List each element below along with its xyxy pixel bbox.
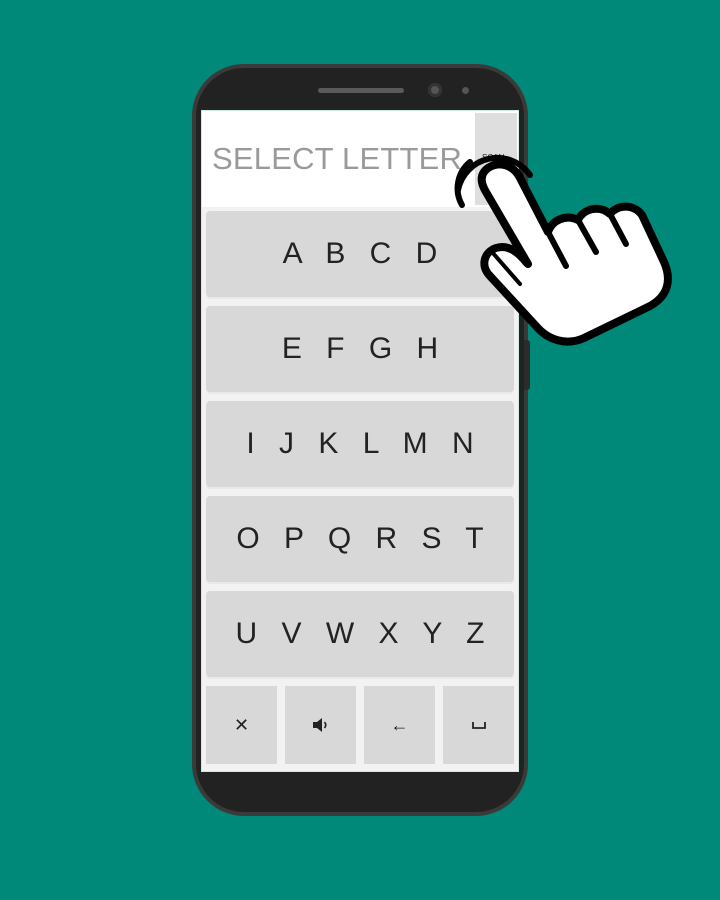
space-bar-icon xyxy=(471,722,486,729)
earpiece-speaker xyxy=(318,88,404,93)
phone-screen: SELECT LETTER SCAN A B C D E F G H I J K… xyxy=(201,110,519,772)
backspace-button[interactable]: ← xyxy=(364,686,435,764)
clear-button[interactable]: ✕ xyxy=(206,686,277,764)
letter-row-abcd[interactable]: A B C D xyxy=(206,211,514,297)
letter-row-uvwxyz[interactable]: U V W X Y Z xyxy=(206,591,514,677)
letter-row-label: E F G H xyxy=(281,332,447,365)
scan-button-label: SCAN xyxy=(482,153,505,162)
title-bar: SELECT LETTER SCAN xyxy=(202,111,518,207)
space-button[interactable] xyxy=(443,686,514,764)
speak-button[interactable] xyxy=(285,686,356,764)
close-icon: ✕ xyxy=(233,714,250,735)
letter-row-ijklmn[interactable]: I J K L M N xyxy=(206,401,514,487)
backspace-arrow-icon: ← xyxy=(390,714,409,735)
letter-row-label: I J K L M N xyxy=(246,427,482,460)
speaker-icon xyxy=(312,718,327,732)
proximity-sensor xyxy=(462,87,469,94)
stage: SELECT LETTER SCAN A B C D E F G H I J K… xyxy=(0,0,720,900)
letter-row-efgh[interactable]: E F G H xyxy=(206,306,514,392)
volume-button xyxy=(524,205,530,249)
page-title: SELECT LETTER xyxy=(212,141,463,176)
letter-row-label: U V W X Y Z xyxy=(235,617,493,650)
letter-row-label: O P Q R S T xyxy=(236,522,492,555)
front-camera xyxy=(428,83,442,97)
letter-row-opqrst[interactable]: O P Q R S T xyxy=(206,496,514,582)
letter-row-label: A B C D xyxy=(282,237,446,270)
power-button xyxy=(524,340,530,390)
